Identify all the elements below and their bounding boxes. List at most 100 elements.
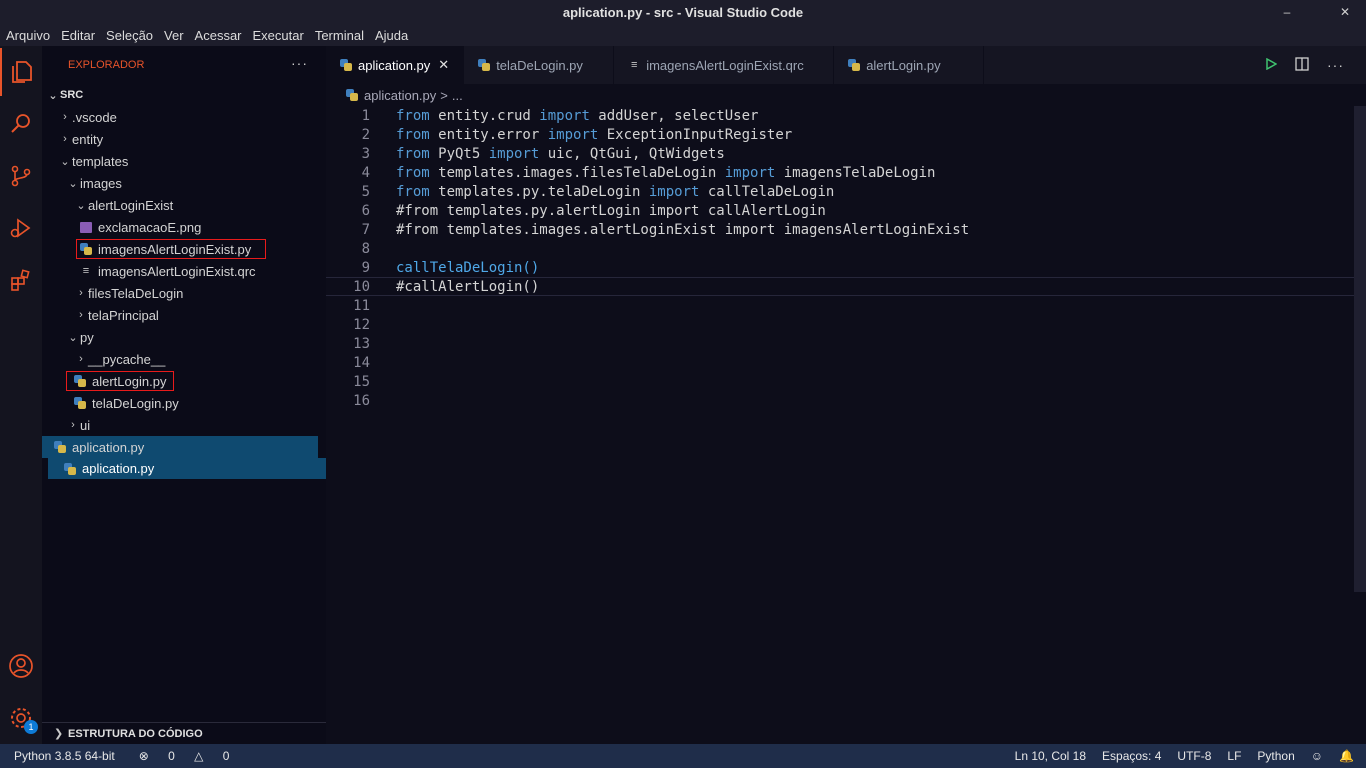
chevron-right-icon: ›: [71, 419, 75, 431]
code-line: 3 from PyQt5 import uic, QtGui, QtWidgets: [326, 144, 1356, 163]
run-debug-icon[interactable]: [0, 204, 42, 252]
settings-gear-icon[interactable]: 1: [0, 694, 42, 742]
extensions-icon[interactable]: [0, 256, 42, 304]
menu-item-3[interactable]: Ver: [158, 28, 189, 43]
code-token: ExceptionInputRegister: [598, 126, 793, 143]
line-number: 5: [361, 183, 370, 200]
tree-item[interactable]: › __pycache__: [42, 348, 318, 370]
error-count: 0: [168, 749, 175, 763]
menu-bar: Arquivo Editar Seleção Ver Acessar Executar Te…: [0, 24, 1366, 46]
close-tab-icon[interactable]: ✕: [438, 57, 449, 73]
run-file-icon[interactable]: [1265, 57, 1278, 73]
code-token: import: [488, 145, 540, 162]
menu-item-0[interactable]: Arquivo: [0, 28, 55, 43]
python-file-icon: [74, 397, 86, 409]
tree-item[interactable]: ⌄ templates: [42, 150, 318, 172]
tree-item[interactable]: ⌄ images: [42, 172, 318, 194]
breadcrumb-rest[interactable]: ...: [452, 88, 463, 103]
tab-label: imagensAlertLoginExist.qrc: [646, 57, 804, 73]
chevron-right-icon: ›: [79, 353, 83, 365]
python-file-icon: [74, 375, 86, 387]
more-editor-actions-icon[interactable]: ···: [1327, 57, 1344, 73]
chevron-right-icon: ›: [79, 287, 83, 299]
split-editor-icon[interactable]: [1295, 56, 1309, 74]
menu-item-6[interactable]: Terminal: [309, 28, 369, 43]
tree-item[interactable]: › ui: [42, 414, 318, 436]
chevron-right-icon: ❯: [54, 728, 64, 740]
explorer-icon[interactable]: [0, 48, 42, 96]
search-icon[interactable]: [0, 100, 42, 148]
code-line: 5 from templates.py.telaDeLogin import ca…: [326, 182, 1356, 201]
tree-item[interactable]: exclamacaoE.png: [42, 216, 318, 238]
tree-item[interactable]: › entity: [42, 128, 318, 150]
chevron-right-icon: ›: [63, 133, 67, 145]
account-icon[interactable]: [0, 642, 42, 690]
language-mode[interactable]: Python: [1249, 749, 1302, 763]
line-number: 8: [361, 240, 370, 257]
notifications-bell-icon[interactable]: 🔔: [1331, 749, 1366, 763]
tree-item[interactable]: alertLogin.py: [42, 370, 318, 392]
editor-tab[interactable]: aplication.py ✕: [326, 46, 465, 84]
tree-item-label: alertLoginExist: [88, 197, 174, 213]
tree-item[interactable]: telaDeLogin.py: [42, 392, 318, 414]
outline-section[interactable]: ❯ ESTRUTURA DO CÓDIGO: [42, 722, 326, 744]
python-interpreter[interactable]: Python 3.8.5 64-bit: [0, 749, 123, 763]
code-token: templates.py.telaDeLogin: [429, 183, 649, 200]
encoding[interactable]: UTF-8: [1169, 749, 1219, 763]
python-file-icon: [340, 59, 352, 71]
tree-item-label: entity: [72, 131, 104, 147]
source-control-icon[interactable]: [0, 152, 42, 200]
editor-tab[interactable]: telaDeLogin.py: [464, 46, 615, 84]
cursor-position[interactable]: Ln 10, Col 18: [1007, 749, 1094, 763]
tree-root-src[interactable]: ⌄ SRC: [42, 84, 318, 106]
tree-item[interactable]: › .vscode: [42, 106, 318, 128]
breadcrumb: aplication.py > ...: [346, 86, 463, 104]
drag-preview-label: aplication.py: [82, 461, 155, 476]
vertical-scrollbar[interactable]: [1354, 106, 1366, 592]
tree-item[interactable]: › filesTelaDeLogin: [42, 282, 318, 304]
tree-item[interactable]: › telaPrincipal: [42, 304, 318, 326]
menu-item-2[interactable]: Seleção: [100, 28, 158, 43]
tree-item-label: telaDeLogin.py: [92, 395, 179, 411]
breadcrumb-file[interactable]: aplication.py: [364, 88, 436, 103]
code-text: from PyQt5 import uic, QtGui, QtWidgets: [396, 146, 725, 162]
code-token: from: [396, 183, 430, 200]
code-line: 1 from entity.crud import addUser, select…: [326, 106, 1356, 125]
menu-item-5[interactable]: Executar: [247, 28, 309, 43]
editor-tab[interactable]: alertLogin.py: [834, 46, 985, 84]
menu-item-1[interactable]: Editar: [55, 28, 100, 43]
tree-item[interactable]: ≡ imagensAlertLoginExist.qrc: [42, 260, 318, 282]
window-title: aplication.py - src - Visual Studio Code: [562, 4, 804, 20]
minimize-button[interactable]: –: [1272, 5, 1302, 19]
menu-item-7[interactable]: Ajuda: [369, 28, 413, 43]
tree-item[interactable]: aplication.py: [42, 436, 318, 458]
more-actions-button[interactable]: ···: [291, 55, 308, 71]
tree-item-label: ui: [80, 417, 91, 433]
python-file-icon: [346, 89, 358, 101]
tree-item-label: telaPrincipal: [88, 307, 159, 323]
tree-item[interactable]: ⌄ py: [42, 326, 318, 348]
close-window-button[interactable]: ✕: [1330, 5, 1360, 19]
outline-title: ESTRUTURA DO CÓDIGO: [68, 727, 203, 740]
tree-item-label: .vscode: [72, 109, 117, 125]
code-line: 2 from entity.error import ExceptionInput…: [326, 125, 1356, 144]
end-of-line[interactable]: LF: [1219, 749, 1249, 763]
status-bar: Python 3.8.5 64-bit ⊗ 0 △ 0 Ln 10, Col 1…: [0, 744, 1366, 768]
problems-indicator[interactable]: ⊗ 0 △ 0: [123, 749, 246, 763]
code-token: from: [396, 107, 430, 124]
menu-item-4[interactable]: Acessar: [189, 28, 247, 43]
code-text: from entity.error import ExceptionInputR…: [396, 127, 792, 143]
chevron-down-icon: ⌄: [76, 199, 86, 212]
code-text: from entity.crud import addUser, selectU…: [396, 108, 758, 124]
tree-item[interactable]: ⌄ alertLoginExist: [42, 194, 318, 216]
chevron-down-icon: ⌄: [68, 177, 78, 190]
explorer-title: EXPLORADOR: [68, 59, 145, 71]
feedback-icon[interactable]: ☺: [1303, 749, 1331, 763]
indentation[interactable]: Espaços: 4: [1094, 749, 1169, 763]
chevron-down-icon: ⌄: [60, 155, 70, 168]
error-icon: ⊗: [138, 749, 149, 763]
editor-tab[interactable]: ≡ imagensAlertLoginExist.qrc: [614, 46, 835, 84]
tree-item-label: filesTelaDeLogin: [88, 285, 184, 301]
python-file-icon: [80, 243, 92, 255]
tree-item[interactable]: imagensAlertLoginExist.py: [42, 238, 318, 260]
